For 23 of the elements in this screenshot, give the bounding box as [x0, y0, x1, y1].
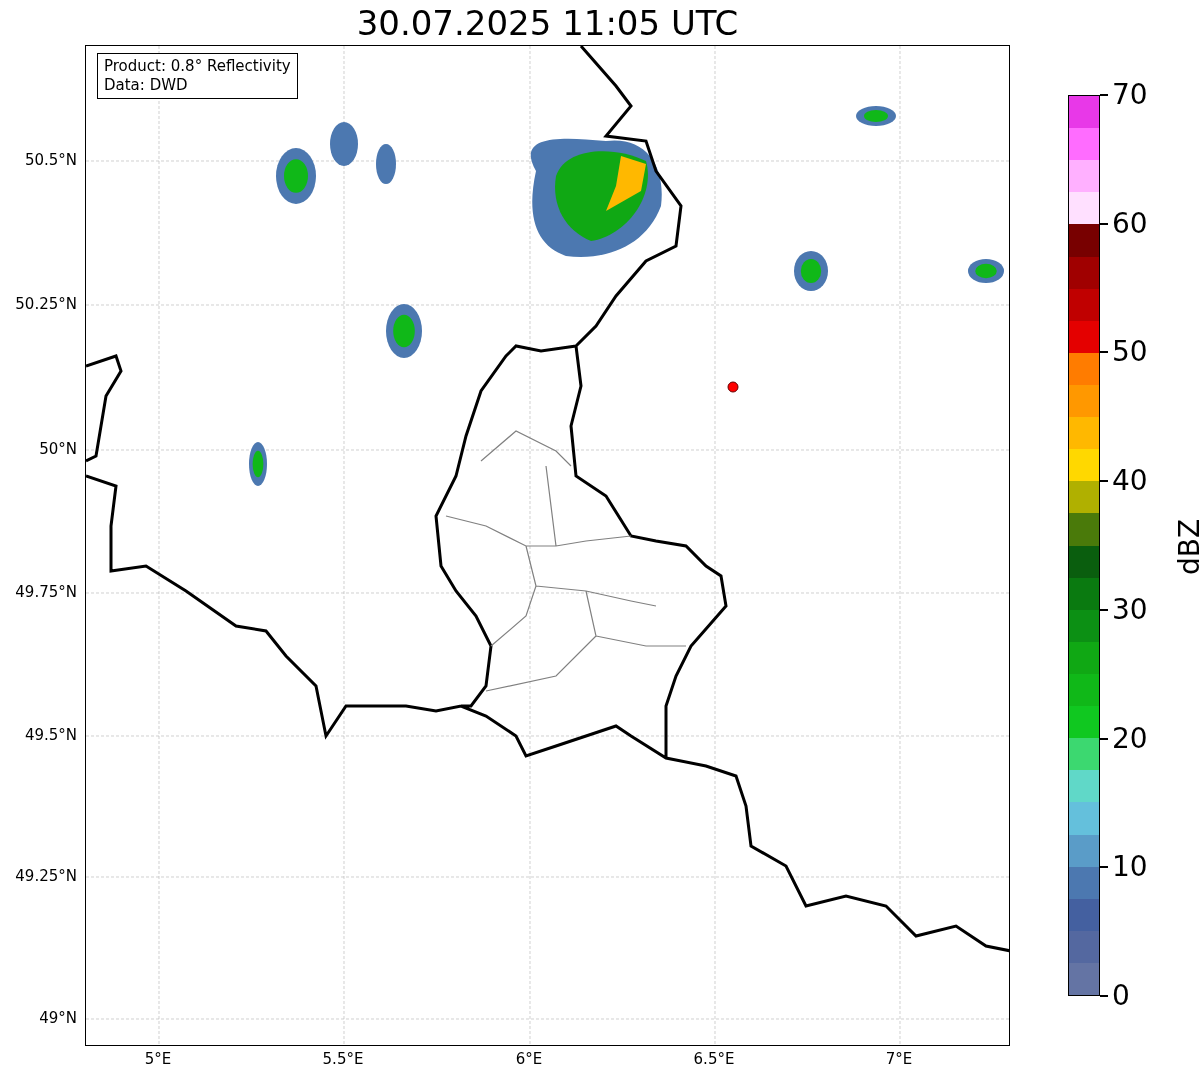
axis-tick-label: 7°E	[884, 1050, 914, 1068]
colorbar-tick-label: 20	[1112, 722, 1148, 755]
axis-tick-label: 50.5°N	[24, 151, 77, 169]
axis-tick-label: 49.75°N	[15, 583, 77, 601]
axis-tick-label: 49.25°N	[15, 867, 77, 885]
axis-tick-label: 5.5°E	[321, 1050, 365, 1068]
colorbar-tick-label: 60	[1112, 207, 1148, 240]
colorbar-tick-label: 30	[1112, 593, 1148, 626]
axis-tick-label: 49.5°N	[24, 726, 77, 744]
chart-title: 30.07.2025 11:05 UTC	[355, 2, 740, 44]
colorbar-tick-label: 50	[1112, 336, 1148, 369]
axis-tick-label: 49°N	[39, 1009, 77, 1027]
colorbar-label: dBZ	[1173, 518, 1202, 576]
colorbar-tick-label: 0	[1112, 980, 1130, 1012]
axis-tick-label: 6°E	[514, 1050, 544, 1068]
axis-tick-label: 50°N	[39, 440, 77, 458]
axis-tick-label: 5°E	[143, 1050, 173, 1068]
colorbar-tick-label: 70	[1112, 79, 1148, 111]
colorbar-tick-label: 40	[1112, 465, 1148, 498]
axis-tick-label: 6.5°E	[692, 1050, 736, 1068]
axis-tick-label: 50.25°N	[15, 295, 77, 313]
colorbar-tick-label: 10	[1112, 851, 1148, 884]
info-box: Product: 0.8° Reflectivity Data: DWD	[97, 53, 298, 99]
